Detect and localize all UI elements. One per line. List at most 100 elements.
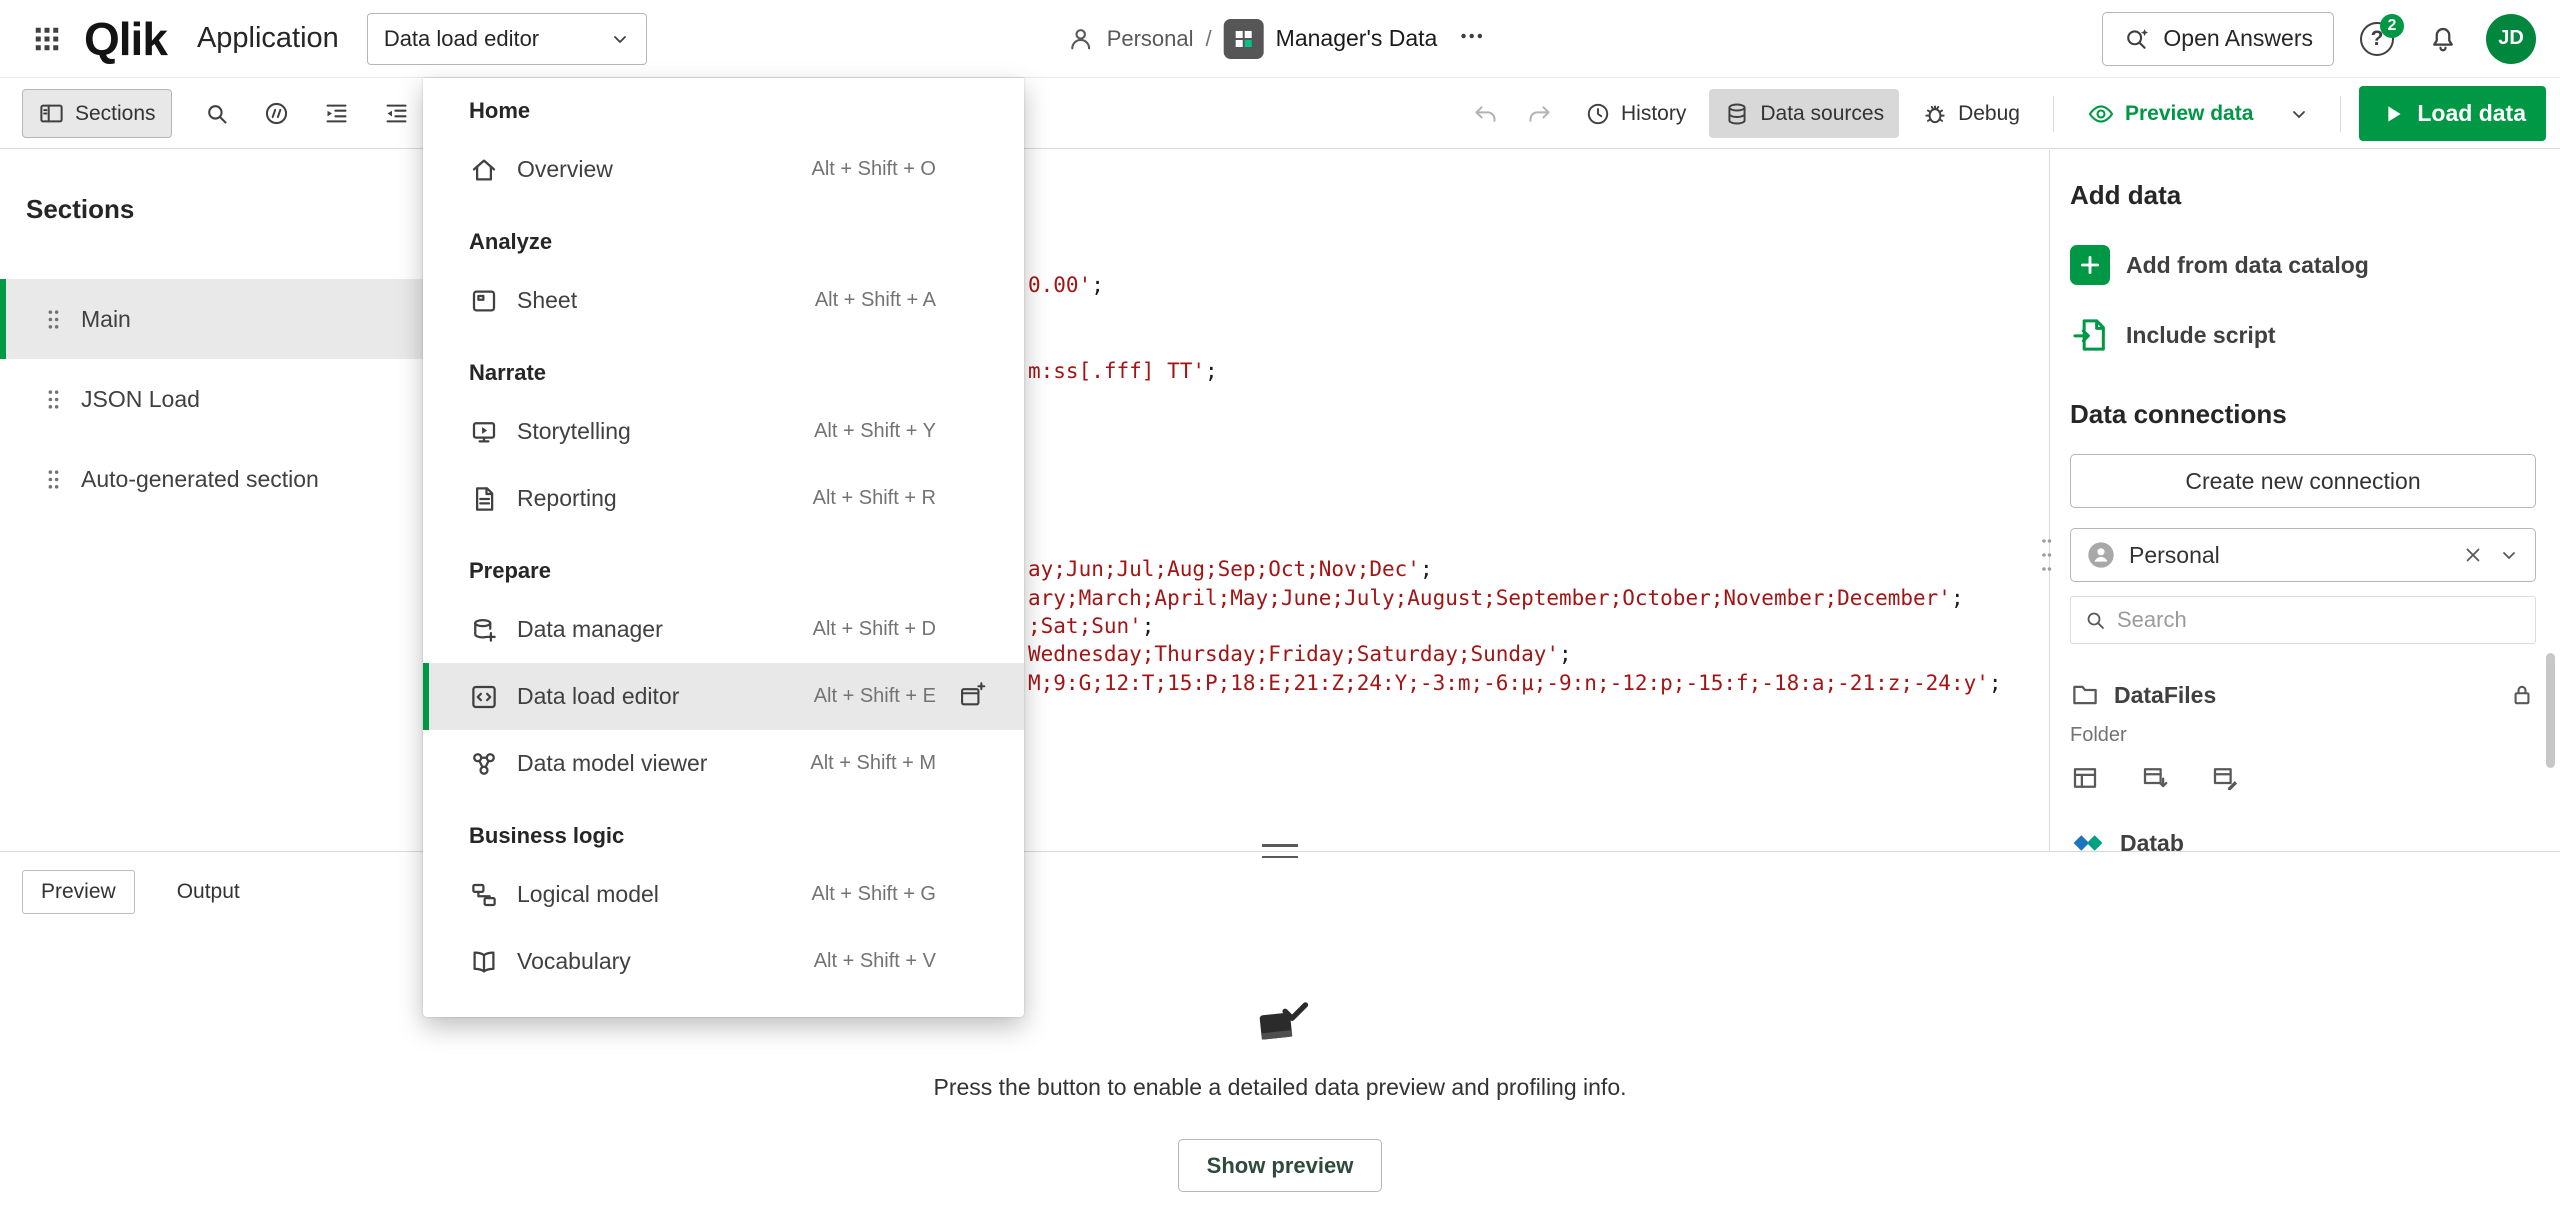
menu-item-shortcut: Alt + Shift + G (811, 883, 936, 906)
open-in-new-window-button[interactable] (958, 681, 986, 712)
code-line[interactable]: ay;Jun;Jul;Aug;Sep;Oct;Nov;Dec'; (1028, 555, 1433, 584)
breadcrumb: Personal / Manager's Data (1067, 19, 1494, 59)
menu-item-storytelling[interactable]: Storytelling Alt + Shift + Y (423, 398, 1024, 465)
preview-data-button[interactable]: Preview data (2072, 89, 2268, 138)
load-connection-button[interactable] (2140, 763, 2170, 796)
create-connection-button[interactable]: Create new connection (2070, 454, 2536, 508)
edit-connection-button[interactable] (2210, 763, 2240, 796)
panel-resize-handle[interactable] (1262, 844, 1298, 858)
code-punctuation: ; (1420, 557, 1433, 581)
right-panel-resize-grip[interactable] (2040, 535, 2053, 580)
sections-panel-toggle[interactable]: Sections (22, 89, 172, 138)
show-preview-button[interactable]: Show preview (1178, 1139, 1383, 1192)
code-string: Wednesday;Thursday;Friday;Saturday;Sunda… (1028, 642, 1559, 666)
add-from-catalog-button[interactable]: Add from data catalog (2070, 245, 2536, 285)
app-options-button[interactable] (1449, 22, 1493, 56)
code-line[interactable]: ;Sat;Sun'; (1028, 612, 1154, 641)
chevron-down-icon[interactable] (2497, 543, 2521, 567)
app-name[interactable]: Manager's Data (1276, 25, 1438, 52)
connection-name: DataFiles (2114, 682, 2216, 709)
menu-item-logical-model[interactable]: Logical model Alt + Shift + G (423, 861, 1024, 928)
menu-group-header: Home (423, 78, 1024, 136)
editing-tools (194, 91, 420, 137)
data-load-editor-icon (469, 682, 499, 712)
open-answers-button[interactable]: Open Answers (2102, 12, 2334, 66)
qlik-logo[interactable]: Qlik (84, 12, 167, 66)
qlik-data-load-editor-window: Qlik Application Data load editor Person… (0, 0, 2560, 1219)
space-filter-value: Personal (2129, 542, 2220, 569)
history-clock-icon (1585, 101, 1611, 127)
lock-icon (2508, 681, 2536, 709)
code-line[interactable]: ary;March;April;May;June;July;August;Sep… (1028, 584, 1964, 613)
debug-button[interactable]: Debug (1907, 89, 2035, 138)
toolbar-divider (2340, 96, 2341, 132)
preview-data-menu-button[interactable] (2276, 91, 2322, 137)
menu-item-shortcut: Alt + Shift + Y (814, 420, 936, 443)
preview-eye-icon (2087, 100, 2115, 128)
view-selector-dropdown[interactable]: Data load editor (367, 13, 647, 65)
connection-database[interactable]: Datab (2070, 818, 2536, 851)
include-script-label: Include script (2126, 322, 2276, 349)
preview-empty-message: Press the button to enable a detailed da… (933, 1074, 1626, 1101)
person-circle-icon (2085, 539, 2117, 571)
code-line[interactable]: M;9:G;12:T;15:P;18:E;21:Z;24:Y;-3:m;-6:µ… (1028, 669, 2002, 698)
app-launcher-button[interactable] (24, 16, 70, 62)
connections-scrollbar[interactable] (2546, 653, 2555, 768)
space-filter-dropdown[interactable]: Personal (2070, 528, 2536, 582)
debug-bug-icon (1922, 101, 1948, 127)
sections-list: Main JSON Load Auto-generated section (0, 279, 428, 519)
menu-item-vocabulary[interactable]: Vocabulary Alt + Shift + V (423, 928, 1024, 995)
search-input[interactable] (2117, 607, 2523, 633)
search-icon (2083, 607, 2107, 633)
section-item-main[interactable]: Main (0, 279, 428, 359)
menu-item-shortcut: Alt + Shift + R (813, 487, 936, 510)
preview-data-label: Preview data (2125, 102, 2253, 126)
tab-output[interactable]: Output (159, 870, 258, 914)
code-punctuation: ; (1142, 614, 1155, 638)
menu-item-overview[interactable]: Overview Alt + Shift + O (423, 136, 1024, 203)
notifications-button[interactable] (2420, 16, 2466, 62)
user-avatar[interactable]: JD (2486, 14, 2536, 64)
add-data-title: Add data (2070, 180, 2536, 211)
indent-button[interactable] (314, 91, 360, 137)
toolbar-divider (2053, 96, 2054, 132)
menu-item-shortcut: Alt + Shift + O (811, 158, 936, 181)
help-button[interactable]: 2 (2354, 16, 2400, 62)
connection-name: Datab (2120, 830, 2184, 852)
menu-item-shortcut: Alt + Shift + D (813, 618, 936, 641)
include-script-button[interactable]: Include script (2070, 315, 2536, 355)
tab-preview[interactable]: Preview (22, 870, 135, 914)
menu-item-data-load-editor[interactable]: Data load editor Alt + Shift + E (423, 663, 1024, 730)
menu-item-data-model-viewer[interactable]: Data model viewer Alt + Shift + M (423, 730, 1024, 797)
code-line[interactable]: Wednesday;Thursday;Friday;Saturday;Sunda… (1028, 640, 1572, 669)
home-icon (469, 155, 499, 185)
section-item-label: JSON Load (81, 386, 200, 413)
chevron-down-icon (2287, 102, 2311, 126)
space-name[interactable]: Personal (1107, 26, 1194, 52)
outdent-button[interactable] (374, 91, 420, 137)
menu-item-sheet[interactable]: Sheet Alt + Shift + A (423, 267, 1024, 334)
data-manager-icon (469, 615, 499, 645)
data-sources-button[interactable]: Data sources (1709, 89, 1899, 138)
menu-item-shortcut: Alt + Shift + A (815, 289, 936, 312)
menu-item-label: Logical model (517, 881, 659, 908)
clear-icon[interactable] (2461, 543, 2485, 567)
code-line[interactable]: 0.00'; (1028, 271, 1104, 300)
menu-item-label: Data manager (517, 616, 663, 643)
load-data-button[interactable]: Load data (2359, 86, 2546, 141)
select-data-button[interactable] (2070, 763, 2100, 796)
menu-item-data-manager[interactable]: Data manager Alt + Shift + D (423, 596, 1024, 663)
table-import-icon (2140, 763, 2170, 793)
comment-button[interactable] (254, 91, 300, 137)
code-line[interactable]: m:ss[.fff] TT'; (1028, 357, 1218, 386)
menu-item-reporting[interactable]: Reporting Alt + Shift + R (423, 465, 1024, 532)
section-item-auto-generated[interactable]: Auto-generated section (0, 439, 428, 519)
data-sources-label: Data sources (1760, 102, 1884, 126)
search-icon (203, 100, 230, 127)
bell-icon (2428, 24, 2458, 54)
history-button[interactable]: History (1570, 89, 1701, 138)
section-item-json-load[interactable]: JSON Load (0, 359, 428, 439)
connection-datafiles[interactable]: DataFiles (2070, 670, 2536, 720)
logical-model-icon (469, 880, 499, 910)
search-button[interactable] (194, 91, 240, 137)
